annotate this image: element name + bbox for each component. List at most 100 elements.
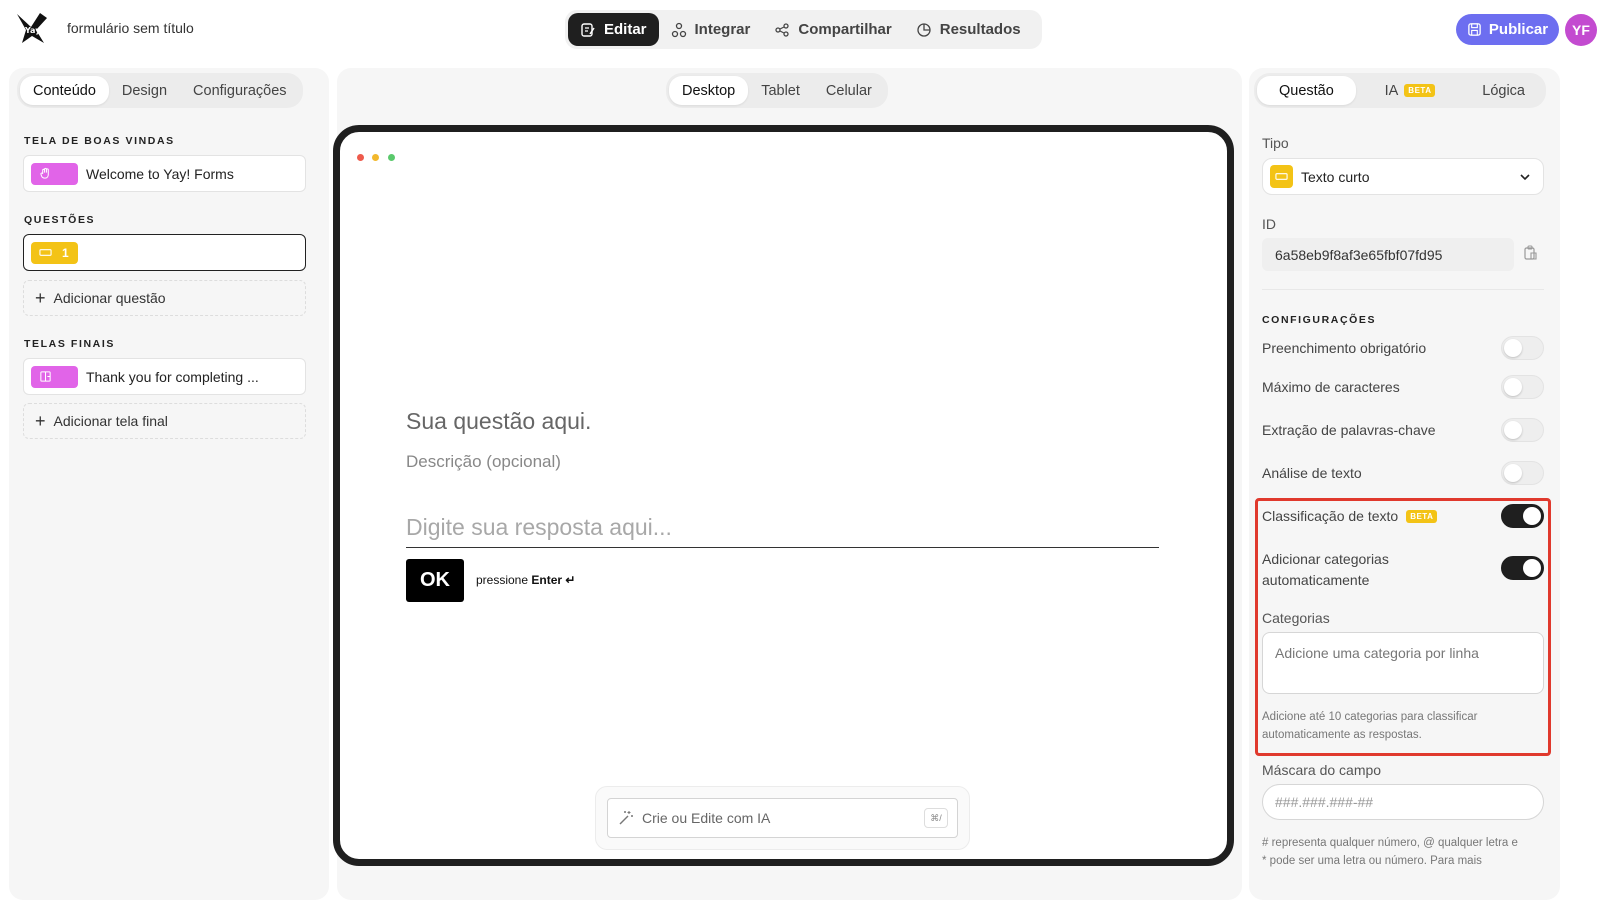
mask-help-line2: * pode ser uma letra ou número. Para mai… — [1262, 855, 1482, 867]
auto-categories-line1: Adicionar categorias — [1262, 551, 1389, 567]
ai-input[interactable]: Crie ou Edite com IA ⌘/ — [607, 798, 958, 838]
field-mask-input[interactable]: ###.###.###-## — [1262, 784, 1544, 820]
id-label: ID — [1262, 216, 1276, 232]
question-description[interactable]: Descrição (opcional) — [406, 452, 561, 472]
toggle-knob — [1504, 378, 1522, 396]
tab-tablet[interactable]: Tablet — [748, 76, 813, 105]
question-item-1[interactable]: 1 — [23, 234, 306, 271]
welcome-screen-item[interactable]: Welcome to Yay! Forms — [23, 155, 306, 192]
copy-icon[interactable] — [1522, 245, 1538, 261]
welcome-chip — [31, 162, 78, 185]
field-mask-label: Máscara do campo — [1262, 762, 1382, 778]
auto-categories-label: Adicionar categorias automaticamente — [1262, 549, 1389, 591]
text-classification-label: Classificação de texto — [1262, 508, 1399, 524]
toggle-knob — [1523, 559, 1541, 577]
question-type-select[interactable]: Texto curto — [1262, 158, 1544, 195]
main-tabs: Editar Integrar Compartilhar Resultados — [565, 10, 1042, 49]
desktop-preview: Sua questão aqui. Descrição (opcional) D… — [333, 125, 1234, 866]
hand-wave-icon — [40, 167, 49, 179]
results-icon — [917, 22, 931, 37]
tab-resultados[interactable]: Resultados — [904, 13, 1033, 46]
enter-hint-prefix: pressione — [476, 573, 529, 587]
categories-help-line1: Adicione até 10 categorias para classifi… — [1262, 711, 1478, 723]
enter-hint: pressione Enter ↵ — [476, 573, 575, 587]
device-tabs: Desktop Tablet Celular — [666, 73, 888, 108]
ok-button[interactable]: OK — [406, 559, 464, 602]
welcome-section-label: TELA DE BOAS VINDAS — [24, 135, 175, 147]
content-tabs: Conteúdo Design Configurações — [17, 73, 303, 108]
welcome-item-label: Welcome to Yay! Forms — [86, 165, 234, 182]
add-ending-label: Adicionar tela final — [53, 413, 168, 429]
mask-help: # representa qualquer número, @ qualquer… — [1262, 834, 1552, 870]
beta-badge: BETA — [1406, 509, 1438, 523]
yay-logo-icon[interactable]: Yay! — [14, 10, 50, 46]
tab-integrar[interactable]: Integrar — [659, 13, 763, 46]
setting-text-analysis-label: Análise de texto — [1262, 465, 1362, 481]
short-text-icon — [39, 249, 52, 256]
tab-editar[interactable]: Editar — [568, 13, 659, 46]
categories-label: Categorias — [1262, 610, 1330, 626]
tab-questao[interactable]: Questão — [1257, 76, 1356, 105]
keyword-extraction-toggle[interactable] — [1501, 418, 1544, 442]
tab-compartilhar[interactable]: Compartilhar — [762, 13, 903, 46]
magic-wand-icon — [619, 811, 633, 825]
plus-icon: + — [35, 411, 46, 431]
tab-configuracoes[interactable]: Configurações — [180, 76, 300, 105]
tab-ia-label: IA — [1384, 82, 1399, 99]
tab-design[interactable]: Design — [109, 76, 180, 105]
tab-desktop[interactable]: Desktop — [669, 76, 749, 105]
divider — [1262, 289, 1544, 290]
add-question-label: Adicionar questão — [53, 290, 166, 306]
properties-tabs: Questão IA BETA Lógica — [1254, 73, 1546, 108]
tab-label: Compartilhar — [798, 21, 892, 38]
mask-help-line1: # representa qualquer número, @ qualquer… — [1262, 837, 1518, 849]
tab-logica[interactable]: Lógica — [1464, 76, 1543, 105]
avatar[interactable]: YF — [1565, 14, 1597, 46]
max-chars-toggle[interactable] — [1501, 375, 1544, 399]
setting-keyword-extraction-label: Extração de palavras-chave — [1262, 422, 1436, 438]
categories-help: Adicione até 10 categorias para classifi… — [1262, 708, 1552, 744]
setting-required-label: Preenchimento obrigatório — [1262, 340, 1427, 356]
short-text-icon — [1270, 165, 1293, 188]
question-type-value: Texto curto — [1301, 168, 1370, 185]
text-analysis-toggle[interactable] — [1501, 461, 1544, 485]
question-title[interactable]: Sua questão aqui. — [406, 408, 591, 435]
type-label: Tipo — [1262, 135, 1289, 151]
tab-ia[interactable]: IA BETA — [1372, 76, 1449, 105]
answer-input[interactable]: Digite sua resposta aqui... — [406, 510, 1159, 548]
share-icon — [775, 22, 790, 37]
auto-categories-toggle[interactable] — [1501, 556, 1544, 580]
categories-textarea[interactable]: Adicione uma categoria por linha — [1262, 632, 1544, 694]
toggle-knob — [1504, 339, 1522, 357]
ending-screen-item[interactable]: Thank you for completing ... — [23, 358, 306, 395]
top-bar: Yay! formulário sem título Editar Integr… — [0, 0, 1600, 60]
publish-button[interactable]: Publicar — [1456, 14, 1559, 45]
edit-icon — [581, 22, 595, 37]
add-ending-button[interactable]: + Adicionar tela final — [23, 403, 306, 439]
text-classification-toggle[interactable] — [1501, 504, 1544, 528]
toggle-knob — [1523, 507, 1541, 525]
chevron-down-icon — [1520, 174, 1530, 181]
endings-section-label: TELAS FINAIS — [24, 338, 115, 350]
tab-label: Editar — [604, 21, 647, 38]
ending-item-label: Thank you for completing ... — [86, 368, 259, 385]
ending-chip — [31, 365, 78, 388]
ai-assistant-bar: Crie ou Edite com IA ⌘/ — [595, 786, 970, 850]
categories-help-line2: automaticamente as respostas. — [1262, 729, 1422, 741]
toggle-knob — [1504, 421, 1522, 439]
enter-hint-key: Enter ↵ — [531, 573, 576, 587]
tab-celular[interactable]: Celular — [813, 76, 885, 105]
left-panel — [9, 68, 329, 900]
form-title[interactable]: formulário sem título — [67, 20, 194, 36]
window-dot-red — [357, 154, 364, 161]
question-id-field[interactable]: 6a58eb9f8af3e65fbf07fd95 — [1262, 238, 1514, 271]
add-question-button[interactable]: + Adicionar questão — [23, 280, 306, 316]
questions-section-label: QUESTÕES — [24, 214, 96, 226]
plus-icon: + — [35, 288, 46, 308]
tab-conteudo[interactable]: Conteúdo — [20, 76, 109, 105]
text-classification-row: Classificação de texto BETA — [1262, 508, 1438, 524]
required-toggle[interactable] — [1501, 336, 1544, 360]
ai-shortcut: ⌘/ — [924, 808, 948, 828]
svg-text:Yay!: Yay! — [24, 26, 44, 35]
tab-label: Integrar — [694, 21, 751, 38]
